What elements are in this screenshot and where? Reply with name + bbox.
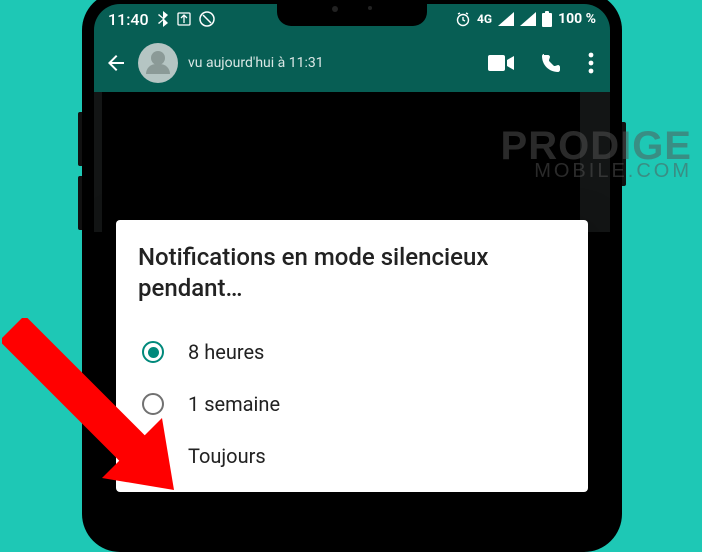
status-time: 11:40: [108, 10, 149, 29]
watermark: PRODIGE MOBILE.COM: [501, 128, 692, 183]
radio-label: 1 semaine: [188, 392, 280, 416]
battery-icon: [542, 11, 552, 27]
signal-icon-2: [520, 12, 536, 26]
last-seen-label: vu aujourd'hui à 11:31: [188, 55, 478, 71]
radio-label: Toujours: [188, 444, 266, 468]
alarm-icon: [455, 11, 471, 27]
avatar[interactable]: [138, 43, 178, 83]
signal-icon-1: [498, 12, 514, 26]
volume-down-button: [78, 176, 82, 230]
radio-option-1-week[interactable]: 1 semaine: [138, 378, 566, 430]
chat-header: vu aujourd'hui à 11:31: [94, 34, 610, 92]
no-sim-icon: [199, 11, 215, 27]
sensor-dot: [368, 6, 372, 10]
dialog-title: Notifications en mode silencieux pendant…: [138, 242, 566, 304]
back-icon[interactable]: [104, 51, 128, 75]
battery-percent: 100 %: [558, 11, 596, 27]
annotation-arrow: [2, 318, 192, 508]
radio-option-8-hours[interactable]: 8 heures: [138, 326, 566, 378]
network-type: 4G: [477, 12, 492, 26]
bluetooth-icon: [157, 11, 169, 27]
watermark-brand: PRODIGE: [501, 128, 692, 164]
voice-call-icon[interactable]: [540, 52, 562, 74]
contact-info[interactable]: vu aujourd'hui à 11:31: [188, 55, 478, 71]
video-call-icon[interactable]: [488, 54, 514, 72]
notch: [277, 4, 427, 26]
radio-label: 8 heures: [188, 340, 264, 364]
speaker-dot: [332, 6, 338, 12]
radio-option-always[interactable]: Toujours: [138, 430, 566, 482]
more-icon[interactable]: [588, 52, 594, 74]
volume-up-button: [78, 112, 82, 166]
usb-icon: [177, 12, 191, 26]
